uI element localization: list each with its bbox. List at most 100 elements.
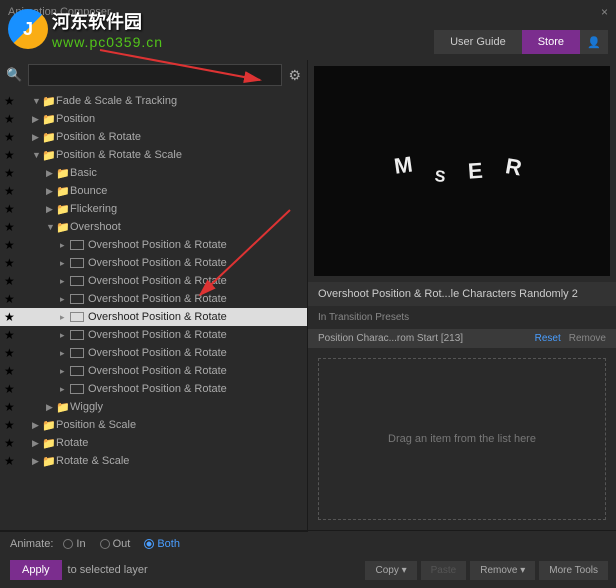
bullet-icon: ▸ (60, 258, 70, 269)
star-icon[interactable]: ★ (4, 202, 18, 216)
bullet-icon: ▸ (60, 294, 70, 305)
star-icon[interactable]: ★ (4, 382, 18, 396)
folder-icon: 📁 (42, 437, 56, 450)
more-tools-button[interactable]: More Tools (539, 561, 608, 580)
star-icon[interactable]: ★ (4, 238, 18, 252)
store-button[interactable]: Store (522, 30, 580, 54)
folder-icon: 📁 (42, 419, 56, 432)
tree-item[interactable]: ★ ▸ Overshoot Position & Rotate (0, 254, 307, 272)
disclosure-arrow-icon[interactable]: ▶ (46, 402, 56, 413)
tree-label: Bounce (70, 185, 107, 197)
user-guide-button[interactable]: User Guide (434, 30, 522, 54)
preset-thumb (70, 276, 84, 286)
tree-item[interactable]: ★▸Overshoot Position & Rotate (0, 308, 307, 326)
tree-folder[interactable]: ★▶📁Wiggly (0, 398, 307, 416)
tree-folder[interactable]: ★ ▶📁Position & Rotate (0, 128, 307, 146)
radio-label: Out (113, 538, 131, 550)
tree-item[interactable]: ★▸Overshoot Position & Rotate (0, 362, 307, 380)
tree-folder[interactable]: ★▼📁Fade & Scale & Tracking (0, 92, 307, 110)
tree-folder[interactable]: ★▶📁Flickering (0, 200, 307, 218)
star-icon[interactable]: ★ (4, 94, 18, 108)
disclosure-arrow-icon[interactable]: ▶ (46, 168, 56, 179)
tree-item[interactable]: ★▸Overshoot Position & Rotate (0, 236, 307, 254)
tree-folder[interactable]: ★▼📁Overshoot (0, 218, 307, 236)
disclosure-arrow-icon[interactable]: ▶ (46, 204, 56, 215)
tree-folder[interactable]: ★ ▶📁Rotate & Scale (0, 452, 307, 470)
star-icon[interactable]: ★ (4, 454, 18, 468)
reset-link[interactable]: Reset (535, 333, 561, 344)
tree-folder[interactable]: ★▶📁Rotate (0, 434, 307, 452)
disclosure-arrow-icon[interactable]: ▶ (32, 456, 42, 467)
apply-button[interactable]: Apply (10, 560, 62, 580)
star-icon[interactable]: ★ (4, 364, 18, 378)
disclosure-arrow-icon[interactable]: ▶ (32, 114, 42, 125)
disclosure-arrow-icon[interactable]: ▼ (32, 150, 42, 160)
radio-dot-icon (63, 539, 73, 549)
disclosure-arrow-icon[interactable]: ▶ (46, 186, 56, 197)
star-icon[interactable]: ★ (4, 310, 18, 324)
tree-item[interactable]: ★▸Overshoot Position & Rotate (0, 290, 307, 308)
preset-row[interactable]: Position Charac...rom Start [213] Reset … (308, 329, 616, 348)
star-icon[interactable]: ★ (4, 400, 18, 414)
right-panel: M S E R Overshoot Position & Rot...le Ch… (308, 60, 616, 530)
preset-thumb (70, 258, 84, 268)
star-icon[interactable]: ★ (4, 346, 18, 360)
radio-in[interactable]: In (63, 538, 85, 550)
star-icon[interactable]: ★ (4, 292, 18, 306)
user-icon[interactable]: 👤 (580, 30, 608, 54)
tree-item[interactable]: ★▸Overshoot Position & Rotate (0, 344, 307, 362)
preset-thumb (70, 384, 84, 394)
tree-label: Position & Rotate (56, 131, 141, 143)
copy-button[interactable]: Copy ▾ (365, 561, 416, 580)
tree-label: Overshoot Position & Rotate (88, 239, 227, 251)
tree-item[interactable]: ★▸Overshoot Position & Rotate (0, 326, 307, 344)
remove-button[interactable]: Remove ▾ (470, 561, 535, 580)
apply-row: Apply to selected layer (0, 556, 308, 588)
star-icon[interactable]: ★ (4, 166, 18, 180)
tree-label: Overshoot Position & Rotate (88, 257, 227, 269)
star-icon[interactable]: ★ (4, 328, 18, 342)
star-icon[interactable]: ★ (4, 436, 18, 450)
close-icon[interactable]: × (601, 5, 608, 19)
folder-icon: 📁 (42, 131, 56, 144)
tree-item[interactable]: ★▸Overshoot Position & Rotate (0, 272, 307, 290)
disclosure-arrow-icon[interactable]: ▼ (46, 222, 56, 232)
dropzone-text: Drag an item from the list here (388, 433, 536, 445)
star-icon[interactable]: ★ (4, 130, 18, 144)
search-input[interactable] (28, 64, 282, 86)
preset-tree[interactable]: ★▼📁Fade & Scale & Tracking★▶📁Position★▶📁… (0, 90, 307, 530)
preset-thumb (70, 366, 84, 376)
disclosure-arrow-icon[interactable]: ▶ (32, 132, 42, 143)
tree-folder[interactable]: ★▶📁Basic (0, 164, 307, 182)
tree-label: Flickering (70, 203, 117, 215)
tree-item[interactable]: ★▸Overshoot Position & Rotate (0, 380, 307, 398)
star-icon[interactable]: ★ (4, 418, 18, 432)
tree-folder[interactable]: ★▼📁Position & Rotate & Scale (0, 146, 307, 164)
disclosure-arrow-icon[interactable]: ▶ (32, 420, 42, 431)
tree-folder[interactable]: ★▶📁Bounce (0, 182, 307, 200)
bullet-icon: ▸ (60, 276, 70, 287)
radio-out[interactable]: Out (100, 538, 131, 550)
preset-thumb (70, 294, 84, 304)
bullet-icon: ▸ (60, 366, 70, 377)
disclosure-arrow-icon[interactable]: ▼ (32, 96, 42, 106)
drop-zone[interactable]: Drag an item from the list here (318, 358, 606, 520)
disclosure-arrow-icon[interactable]: ▶ (32, 438, 42, 449)
star-icon[interactable]: ★ (4, 148, 18, 162)
radio-dot-icon (100, 539, 110, 549)
star-icon[interactable]: ★ (4, 256, 18, 270)
star-icon[interactable]: ★ (4, 184, 18, 198)
tree-label: Basic (70, 167, 97, 179)
star-icon[interactable]: ★ (4, 220, 18, 234)
tree-label: Wiggly (70, 401, 103, 413)
star-icon[interactable]: ★ (4, 274, 18, 288)
tree-folder[interactable]: ★▶📁Position (0, 110, 307, 128)
paste-button[interactable]: Paste (421, 561, 467, 580)
gear-icon[interactable]: ⚙ (288, 67, 301, 84)
radio-both[interactable]: Both (144, 538, 180, 550)
folder-icon: 📁 (42, 455, 56, 468)
remove-link[interactable]: Remove (569, 333, 606, 344)
tree-label: Rotate & Scale (56, 455, 129, 467)
tree-folder[interactable]: ★▶📁Position & Scale (0, 416, 307, 434)
star-icon[interactable]: ★ (4, 112, 18, 126)
